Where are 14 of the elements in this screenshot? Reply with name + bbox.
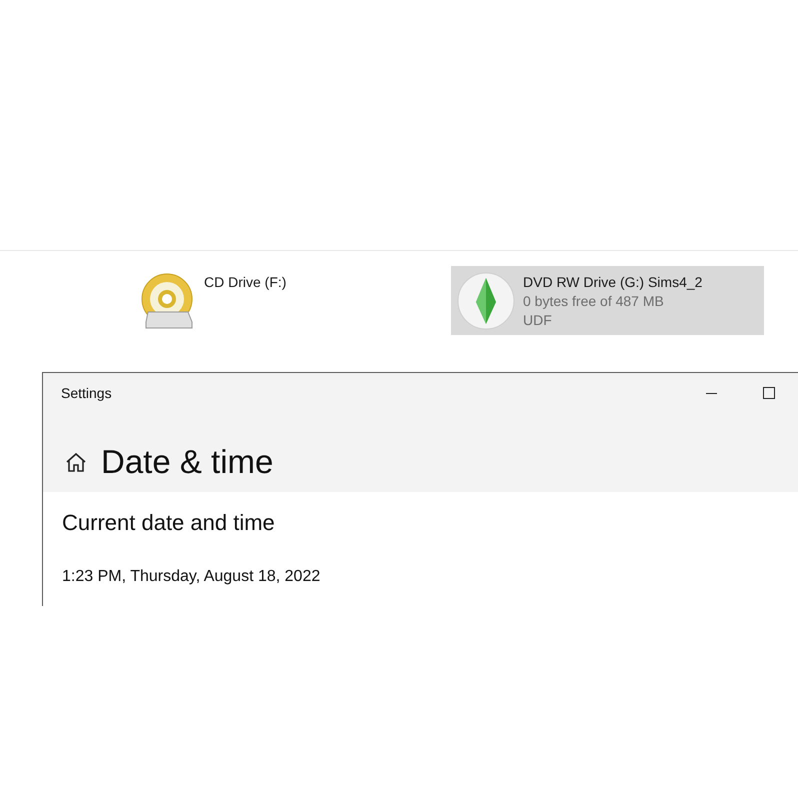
window-title: Settings	[61, 385, 113, 401]
maximize-icon[interactable]	[763, 387, 775, 399]
page-title: Date & time	[101, 443, 274, 481]
drive-item[interactable]: DVD RW Drive (G:) Sims4_2 0 bytes free of 487 MB UDF	[451, 266, 764, 335]
diamond-disc-icon	[457, 272, 515, 330]
current-datetime: 1:23 PM, Thursday, August 18, 2022	[62, 568, 322, 586]
drive-name: DVD RW Drive (G:) Sims4_2	[523, 274, 702, 290]
drive-detail: 0 bytes free of 487 MB	[523, 293, 665, 309]
drive-name: CD Drive (F:)	[204, 274, 286, 290]
home-icon[interactable]	[65, 452, 87, 472]
drive-item[interactable]: CD Drive (F:)	[134, 266, 434, 335]
minimize-icon[interactable]	[706, 392, 716, 394]
section-title: Current date and time	[62, 510, 276, 536]
drive-detail: UDF	[523, 312, 553, 328]
